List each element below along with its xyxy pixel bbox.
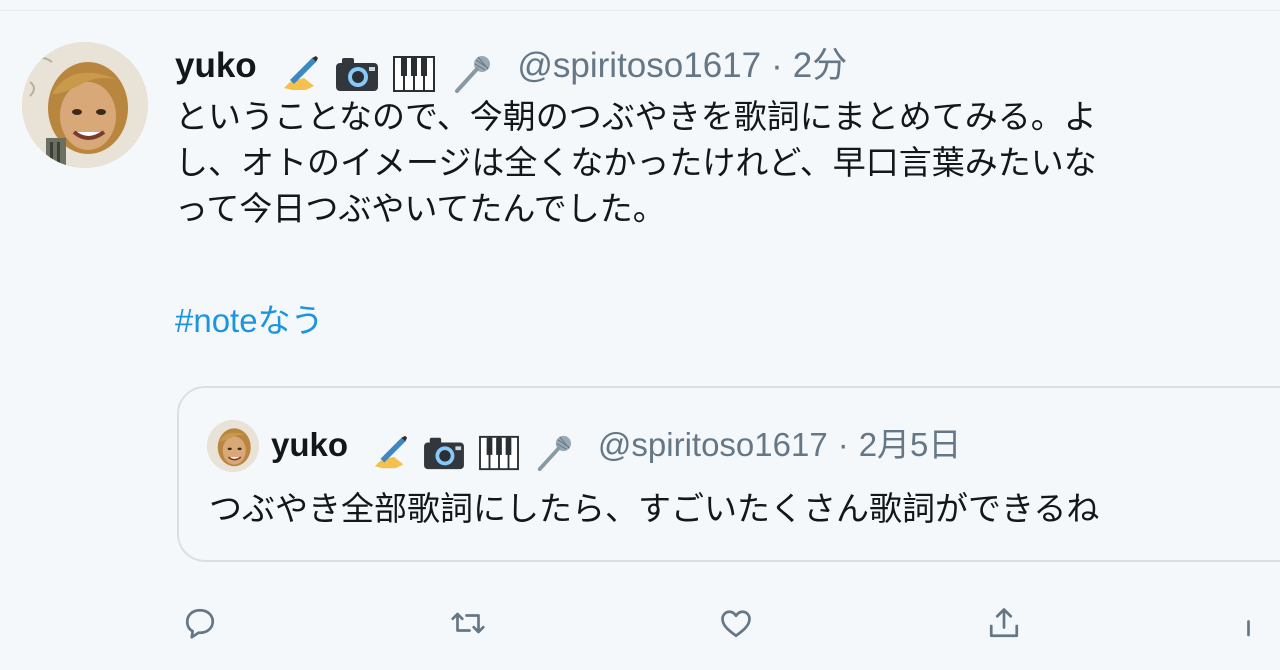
writing-hand-emoji-icon [284,55,319,90]
hashtag-link[interactable]: #noteなう [175,298,324,344]
tweet-text-line: って今日つぶやいてたんでした。 [175,190,666,227]
camera-emoji-icon [336,57,379,91]
tweet-text: ということなので、今朝のつぶやきを歌詞にまとめてみる。よ し、オトのイメージは全… [175,94,1280,232]
camera-emoji-icon [424,438,465,470]
retweet-button[interactable] [440,595,496,651]
microphone-emoji-icon [454,55,490,93]
reply-button[interactable] [172,595,228,651]
profile-badges [278,48,495,96]
tweet-timestamp[interactable]: 2分 [793,46,847,85]
reply-icon [185,608,215,639]
avatar[interactable] [22,42,148,168]
tweet-text-line: ということなので、今朝のつぶやきを歌詞にまとめてみる。よ [175,98,1097,135]
like-icon [721,610,751,638]
share-icon [989,608,1019,638]
quoted-text: つぶやき全部歌詞にしたら、すごいたくさん歌詞ができるね [209,490,1100,527]
quoted-header: yuko @spiritoso1617 · 2月5日 [271,420,961,476]
user-handle[interactable]: @spiritoso1617 [517,46,761,85]
separator-dot: · [771,46,783,85]
quoted-user-handle: @spiritoso1617 [597,426,828,463]
quoted-user-name: yuko [271,426,349,463]
quoted-avatar[interactable] [207,420,259,472]
retweet-icon [451,612,485,634]
piano-keys-emoji-icon [478,436,519,471]
quoted-timestamp: 2月5日 [858,426,962,463]
like-button[interactable] [708,595,764,651]
tweet-actions [0,595,1280,655]
quoted-profile-badges [369,426,577,476]
microphone-emoji-icon [537,436,571,472]
piano-keys-emoji-icon [392,55,435,92]
tweet-text-line: し、オトのイメージは全くなかったけれど、早口言葉みたいな [175,144,1097,181]
writing-hand-emoji-icon [375,436,408,469]
separator-dot: · [837,426,849,463]
share-button[interactable] [976,595,1032,651]
quoted-tweet[interactable]: yuko @spiritoso1617 · 2月5日 つぶやき全部歌詞にしたら、… [177,386,1280,562]
tweet[interactable]: yuko @spiritoso1617 · 2分 ということなので、今朝のつぶや… [0,0,1280,670]
analytics-icon [1247,620,1250,637]
user-name[interactable]: yuko [175,46,257,85]
analytics-button[interactable] [1240,595,1280,651]
tweet-header: yuko @spiritoso1617 · 2分 [175,42,847,96]
